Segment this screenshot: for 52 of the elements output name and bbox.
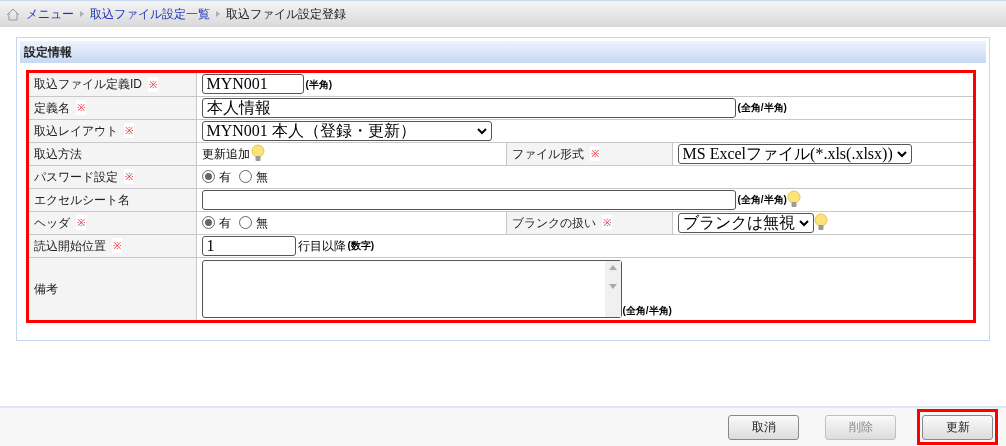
field-suffix: 行目以降 bbox=[297, 237, 346, 255]
field-label: 取込方法 bbox=[34, 145, 82, 163]
required-mark: ※ bbox=[148, 76, 158, 92]
field-value: 更新追加 bbox=[201, 145, 250, 163]
scroll-down-icon[interactable] bbox=[608, 283, 617, 289]
radio-option[interactable]: 有 bbox=[201, 167, 231, 186]
action-button[interactable]: 更新 bbox=[922, 414, 993, 440]
input-note: (半角) bbox=[305, 77, 333, 92]
action-button[interactable]: 取消 bbox=[728, 414, 799, 440]
chevron-icon bbox=[476, 126, 487, 135]
textarea-field[interactable] bbox=[201, 259, 622, 318]
separator-icon bbox=[80, 11, 84, 17]
required-mark: ※ bbox=[76, 215, 86, 230]
field-label: 備考 bbox=[34, 280, 58, 298]
required-mark: ※ bbox=[76, 100, 86, 115]
field-label: 定義名 bbox=[34, 99, 70, 117]
input-note: (全角/半角) bbox=[737, 193, 787, 207]
text-field[interactable]: 本人情報 bbox=[201, 97, 736, 118]
separator-icon bbox=[216, 11, 220, 17]
input-note: (全角/半角) bbox=[622, 303, 672, 318]
field-label: 取込ファイル定義ID bbox=[34, 76, 142, 94]
text-field[interactable]: MYN001 bbox=[201, 74, 304, 95]
dropdown[interactable]: ブランクは無視 bbox=[677, 212, 814, 233]
radio-option[interactable]: 無 bbox=[238, 167, 268, 186]
required-mark: ※ bbox=[112, 238, 122, 253]
breadcrumb-link[interactable]: 取込ファイル設定一覧 bbox=[90, 5, 210, 23]
required-mark: ※ bbox=[124, 123, 134, 138]
field-label: ヘッダ bbox=[34, 214, 70, 232]
field-label: ファイル形式 bbox=[511, 145, 584, 163]
field-label: 取込レイアウト bbox=[34, 122, 118, 140]
field-label: ブランクの扱い bbox=[511, 214, 596, 232]
required-mark: ※ bbox=[601, 215, 612, 230]
field-label: エクセルシート名 bbox=[34, 191, 130, 209]
chevron-icon bbox=[896, 149, 907, 158]
dropdown[interactable]: MS Excelファイル(*.xls(.xlsx)) bbox=[677, 143, 912, 164]
home-icon[interactable] bbox=[6, 7, 20, 21]
dropdown[interactable]: MYN001 本人（登録・更新） bbox=[201, 120, 492, 141]
text-field[interactable] bbox=[201, 189, 736, 210]
field-label: パスワード設定 bbox=[34, 168, 118, 186]
input-note: (数字) bbox=[347, 239, 375, 253]
required-mark: ※ bbox=[589, 146, 600, 161]
scroll-up-icon[interactable] bbox=[608, 264, 617, 270]
input-note: (全角/半角) bbox=[737, 101, 787, 115]
radio-option[interactable]: 有 bbox=[201, 213, 231, 232]
chevron-icon bbox=[798, 218, 809, 227]
radio-option[interactable]: 無 bbox=[238, 213, 268, 232]
breadcrumb-link[interactable]: メニュー bbox=[26, 5, 74, 23]
breadcrumb-current: 取込ファイル設定登録 bbox=[226, 6, 346, 23]
text-field[interactable]: 1 bbox=[201, 235, 296, 256]
section-header: 設定情報 bbox=[20, 41, 986, 63]
required-mark: ※ bbox=[124, 169, 134, 184]
field-label: 読込開始位置 bbox=[34, 237, 106, 255]
